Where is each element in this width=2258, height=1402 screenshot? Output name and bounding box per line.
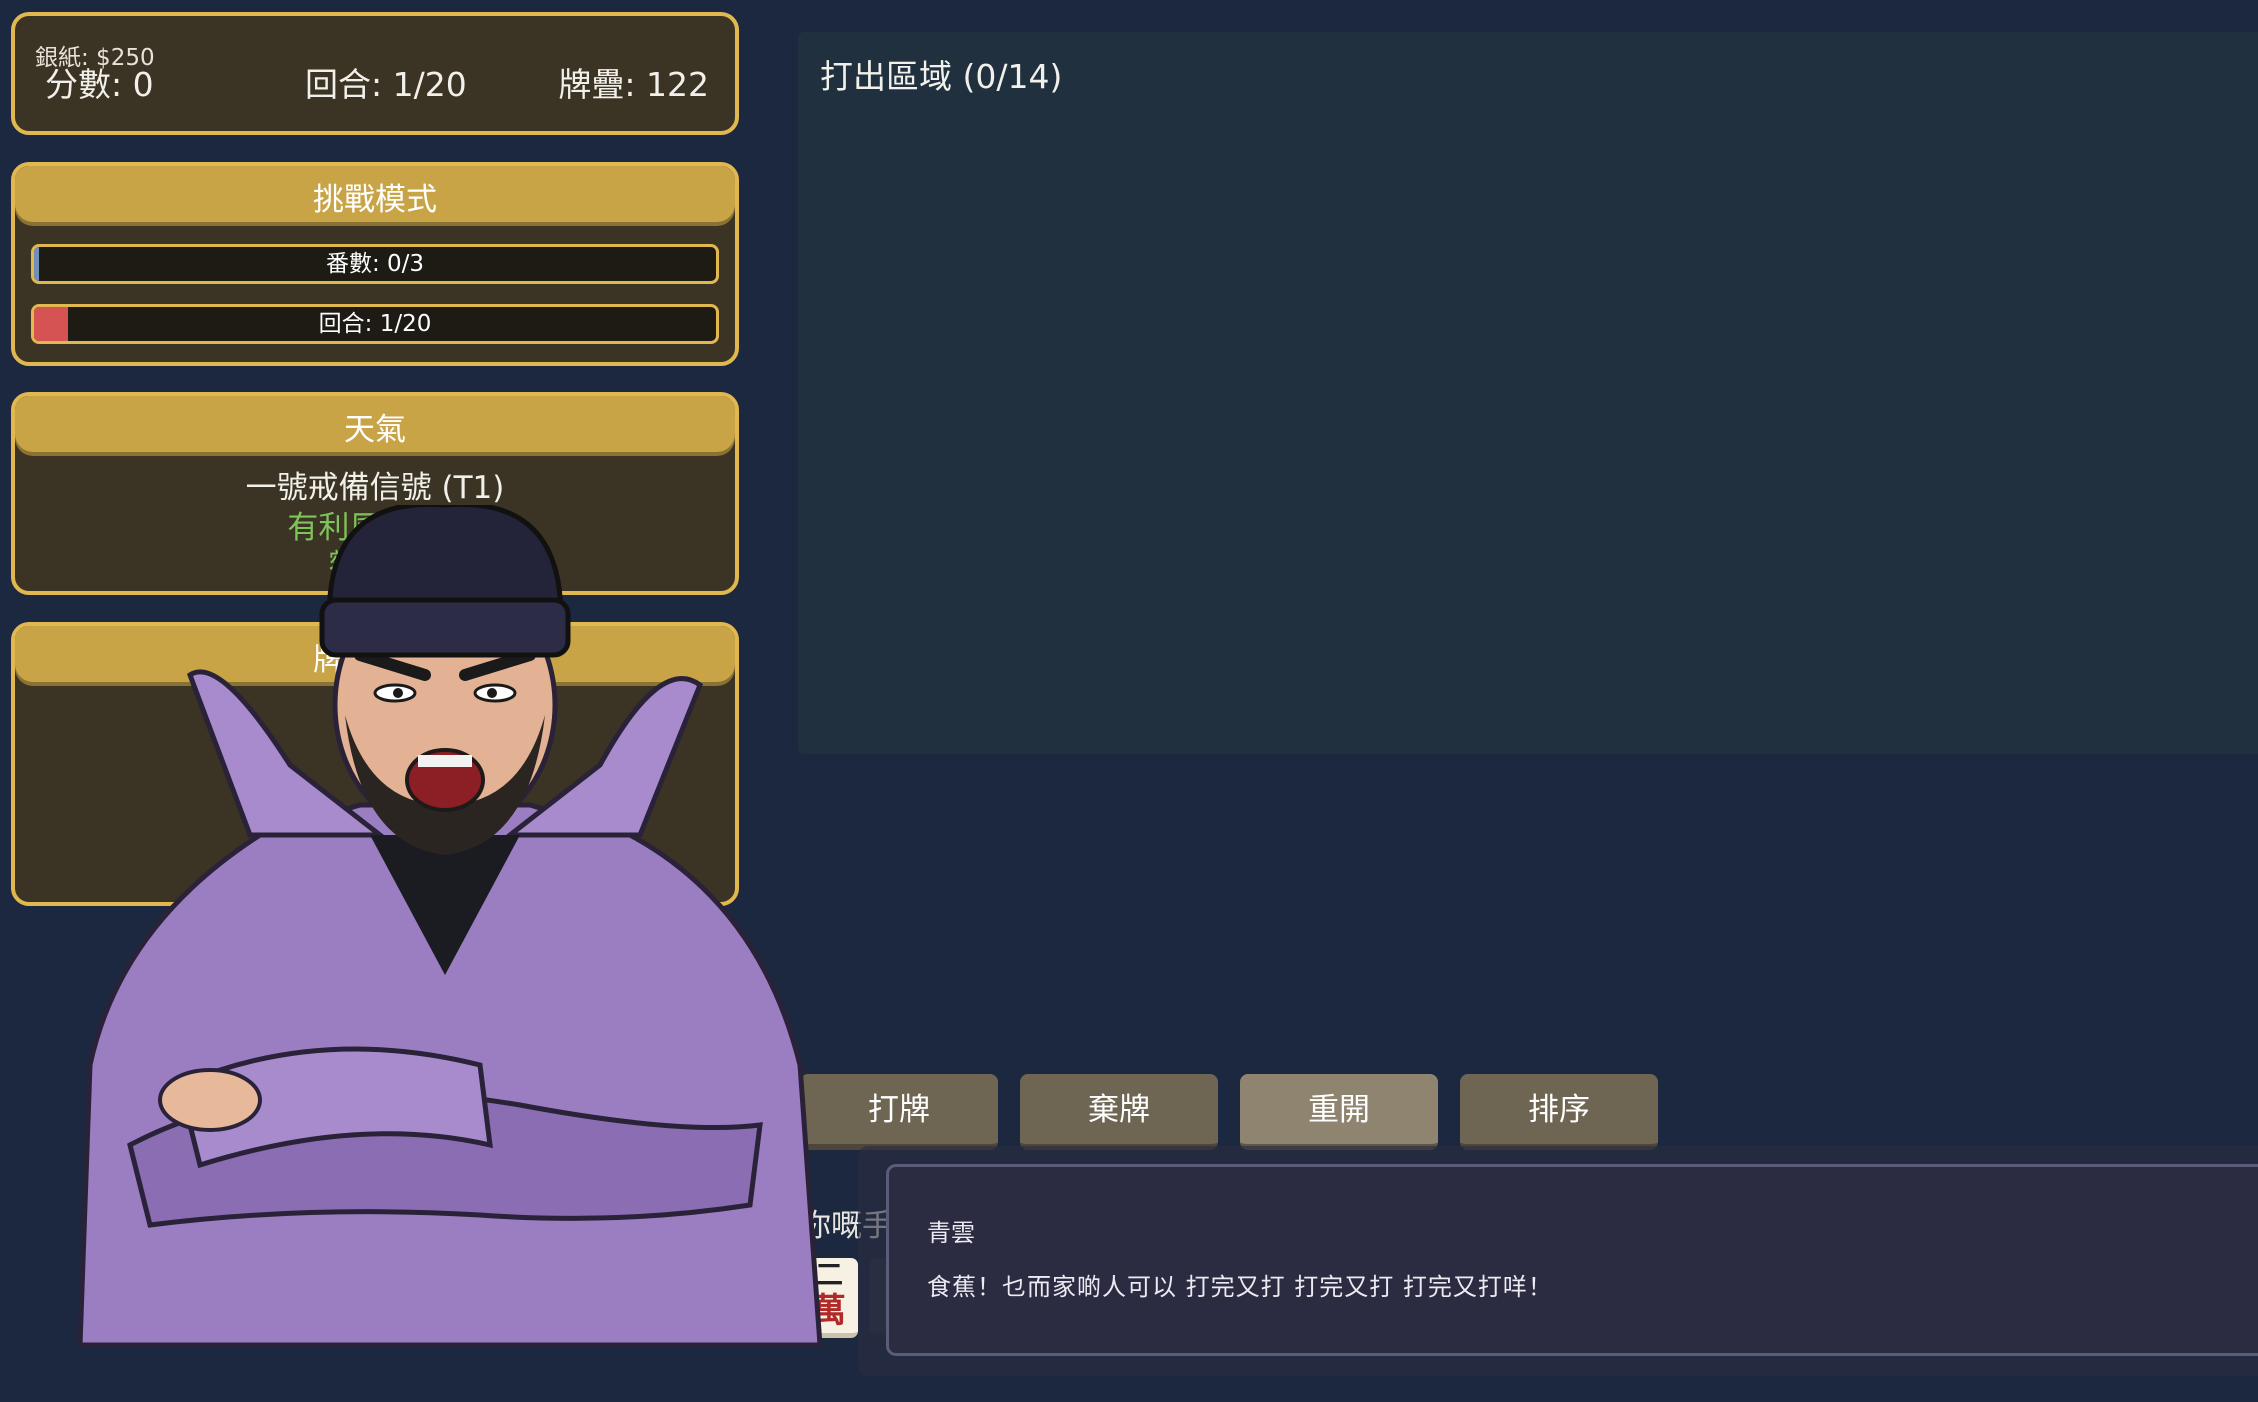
dialog-box[interactable]: 青雲 食蕉！乜而家啲人可以 打完又打 打完又打 打完又打咩！ [886,1164,2258,1356]
dialog-text: 食蕉！乜而家啲人可以 打完又打 打完又打 打完又打咩！ [927,1273,1553,1301]
sort-button[interactable]: 排序 [1460,1074,1658,1150]
round-label: 回合: 1/20 [305,65,467,104]
dialog-speaker: 青雲 [927,1219,975,1247]
weather-title: 天氣 [15,396,735,452]
round-progress-text: 回合: 1/20 [318,311,432,337]
discard-button[interactable]: 棄牌 [1020,1074,1218,1150]
score-label: 分數: 0 [45,65,154,104]
fan-progress-bar: 番數: 0/3 [31,244,719,284]
stats-panel: 銀紙: $250 分數: 0 回合: 1/20 牌疊: 122 [11,12,739,135]
challenge-title: 挑戰模式 [15,166,735,222]
restart-button[interactable]: 重開 [1240,1074,1438,1150]
challenge-panel: 挑戰模式 番數: 0/3 回合: 1/20 [11,162,739,366]
play-area[interactable]: 打出區域 (0/14) [798,32,2258,754]
round-progress-bar: 回合: 1/20 [31,304,719,344]
fan-progress-text: 番數: 0/3 [325,251,425,277]
weather-name: 一號戒備信號 (T1) [245,470,505,506]
deck-count-label: 牌疊: 122 [558,65,709,104]
play-area-title: 打出區域 (0/14) [820,57,1063,96]
character-portrait [77,505,823,1348]
